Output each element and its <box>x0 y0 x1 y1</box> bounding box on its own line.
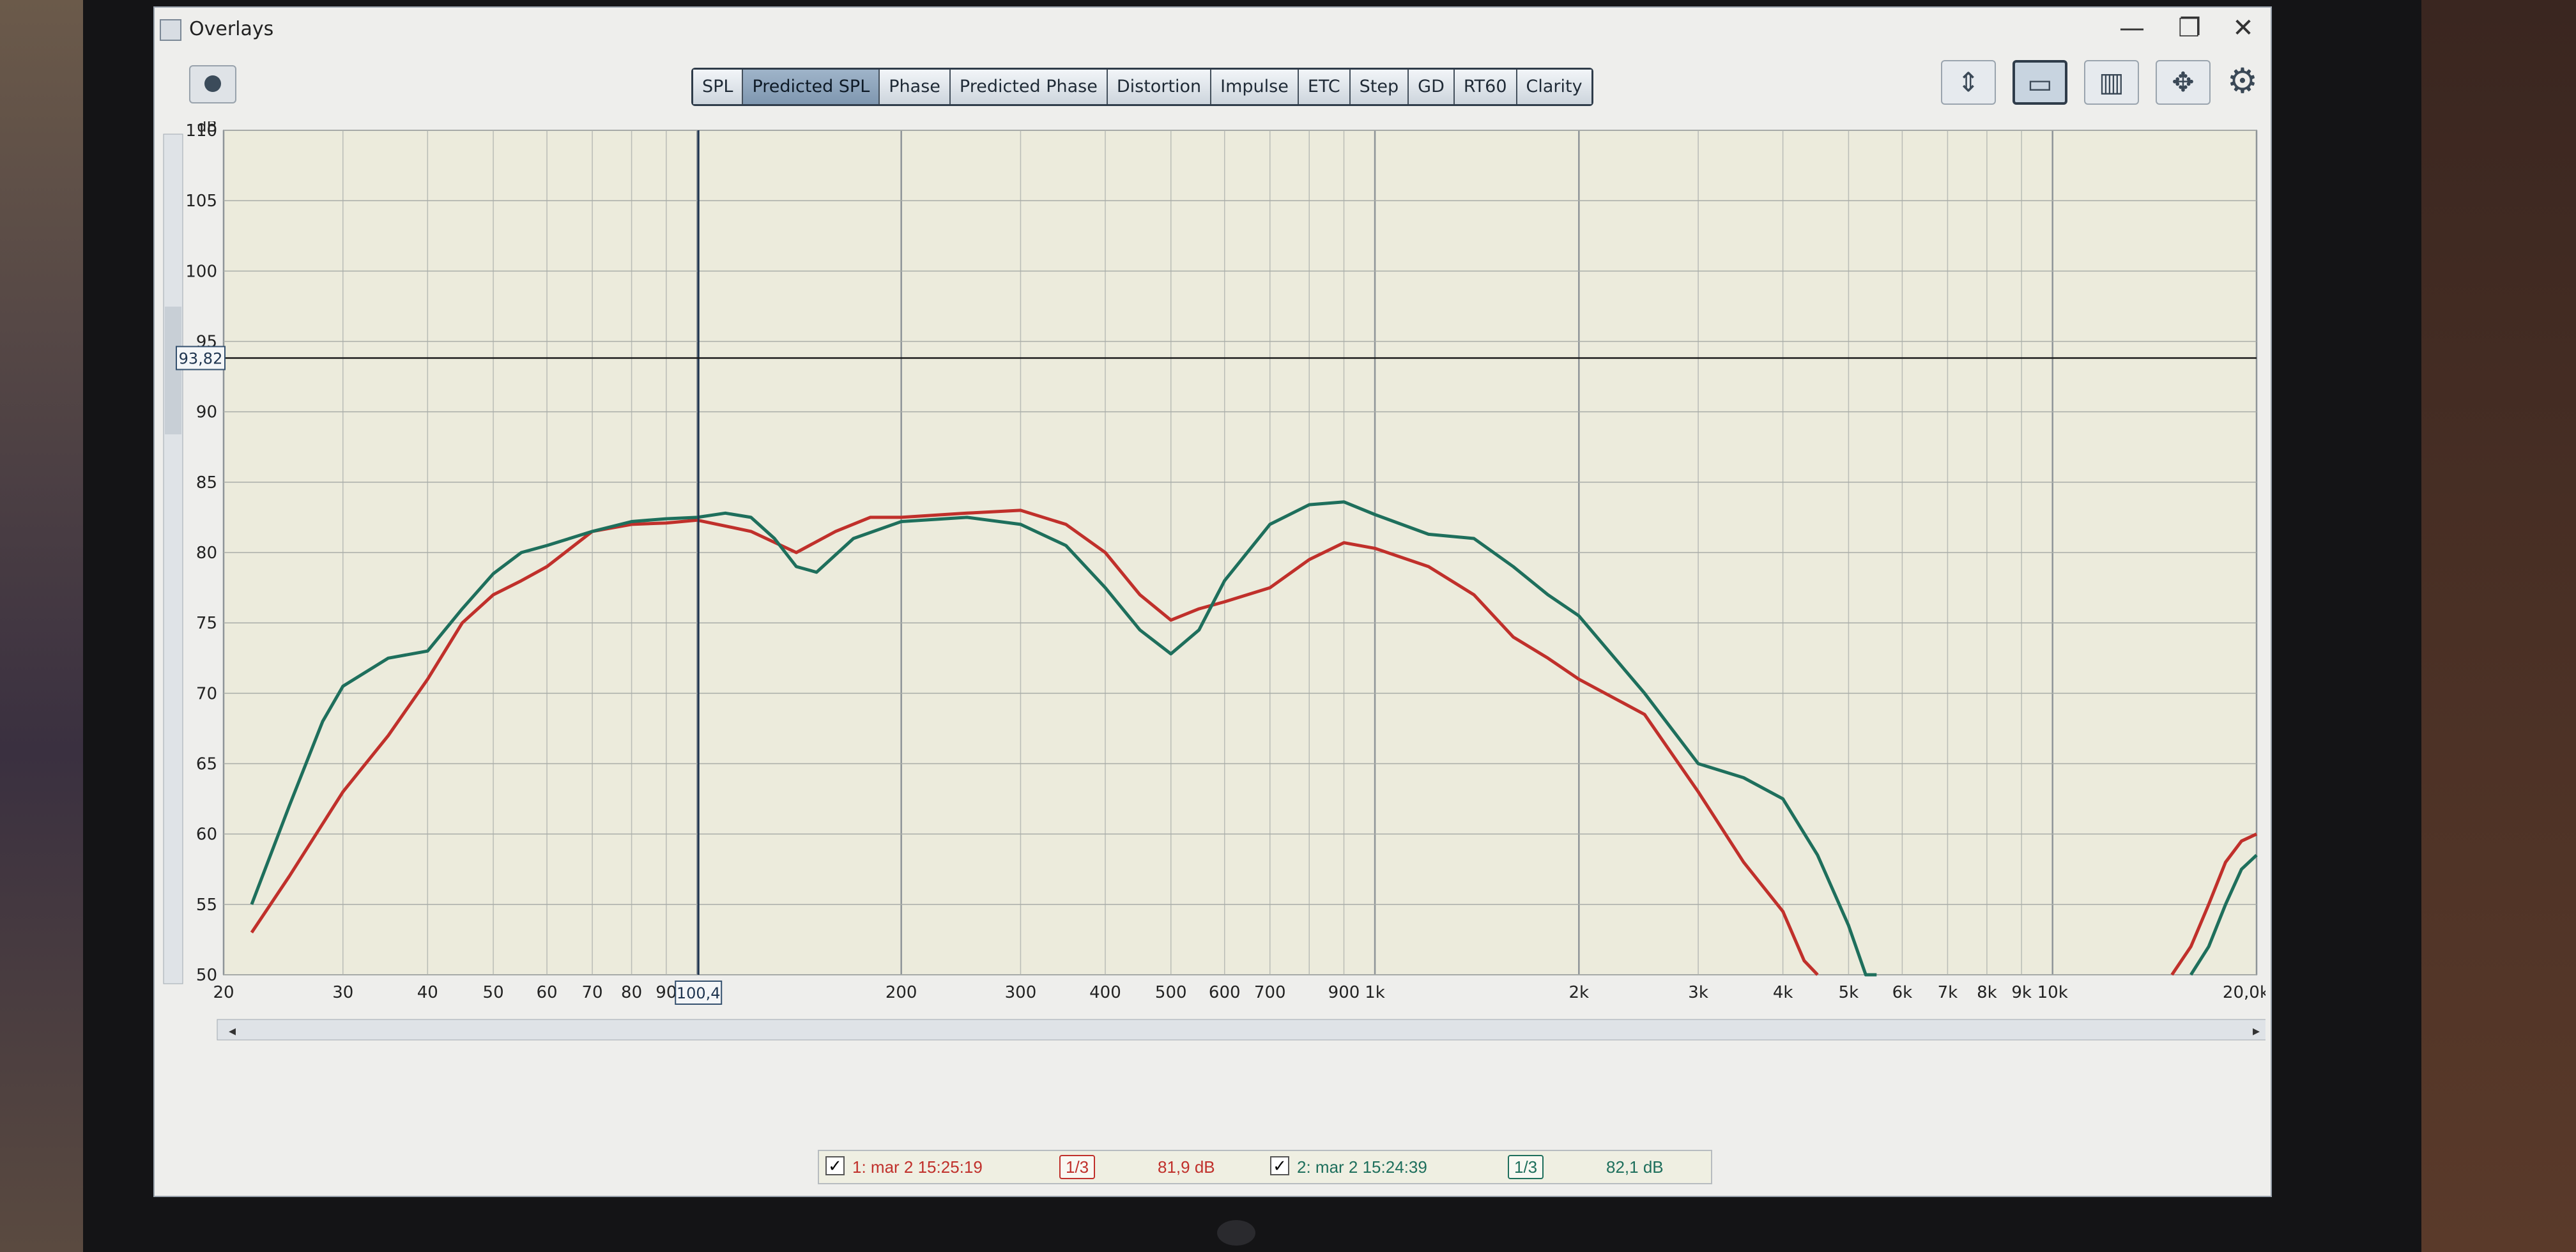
y-tick-label: 50 <box>196 966 217 985</box>
tab-gd[interactable]: GD <box>1409 70 1455 104</box>
x-tick-label: 30 <box>332 983 353 1002</box>
series-2-checkbox[interactable]: ✓ <box>1270 1156 1289 1175</box>
plot-area: 50 55 60 65 70 75 80 85 90 95 100 105 110 dB 20 30 40 50 6… <box>160 118 2290 1124</box>
graph-tabs: SPL Predicted SPL Phase Predicted Phase Dist… <box>691 68 1593 106</box>
overlays-window: Overlays — ❐ ✕ SPL Predicted SPL Phase Pred… <box>153 6 2290 1197</box>
window-title: Overlays <box>189 18 274 40</box>
x-tick-label: 3k <box>1688 983 1708 1002</box>
x-tick-label: 50 <box>483 983 504 1002</box>
y-axis-label: dB <box>197 121 217 135</box>
y-tick-label: 55 <box>196 896 217 915</box>
y-tick-label: 90 <box>196 403 217 422</box>
y-tick-label: 60 <box>196 825 217 844</box>
x-tick-label: 6k <box>1892 983 1913 1002</box>
x-tick-label: 300 <box>1005 983 1037 1002</box>
x-tick-label: 60 <box>537 983 558 1002</box>
x-tick-label: 2k <box>1569 983 1590 1002</box>
x-tick-label: 500 <box>1155 983 1187 1002</box>
desk-background-left <box>0 0 83 1252</box>
x-tick-label: 200 <box>885 983 917 1002</box>
series-2-label: 2: mar 2 15:24:39 <box>1297 1157 1427 1177</box>
gear-icon[interactable]: ⚙ <box>2223 60 2262 105</box>
single-window-icon[interactable]: ▭ <box>2012 60 2067 105</box>
move-arrows-icon[interactable]: ✥ <box>2156 60 2211 105</box>
tab-step[interactable]: Step <box>1350 70 1409 104</box>
x-tick-label: 5k <box>1839 983 1859 1002</box>
series-1-checkbox[interactable]: ✓ <box>825 1156 845 1175</box>
x-tick-label: 70 <box>582 983 603 1002</box>
tab-predicted-phase[interactable]: Predicted Phase <box>950 70 1108 104</box>
spl-chart[interactable]: 50556065707580859095100105110dB20 30 40 50 6… <box>160 118 2290 1124</box>
tab-phase[interactable]: Phase <box>880 70 951 104</box>
x-tick-label: 90 <box>656 983 677 1002</box>
laptop-logo <box>1217 1220 1255 1246</box>
x-tick-label: 400 <box>1089 983 1121 1002</box>
scroll-right-arrow[interactable]: ▸ <box>2253 1023 2260 1039</box>
y-tick-label: 75 <box>196 614 217 633</box>
tab-clarity[interactable]: Clarity <box>1517 70 1591 104</box>
tab-distortion[interactable]: Distortion <box>1107 70 1212 104</box>
tab-predicted-spl[interactable]: Predicted SPL <box>743 70 880 104</box>
cursor-x-readout: 100,4 <box>677 984 721 1002</box>
minimize-button[interactable]: — <box>2103 10 2161 46</box>
toolbar: SPL Predicted SPL Phase Predicted Phase Dist… <box>155 52 2271 116</box>
x-tick-label: 40 <box>417 983 438 1002</box>
vertical-scrollbar[interactable] <box>163 134 183 984</box>
close-button[interactable]: ✕ <box>2214 10 2272 46</box>
camera-icon[interactable] <box>189 65 236 103</box>
vertical-scrollbar-thumb[interactable] <box>165 307 181 434</box>
restore-button[interactable]: ❐ <box>2161 10 2218 46</box>
scroll-left-arrow[interactable]: ◂ <box>229 1023 236 1039</box>
cursor-y-readout: 93,82 <box>179 349 223 367</box>
x-tick-label: 10k <box>2037 983 2068 1002</box>
vertical-expand-icon[interactable]: ⇕ <box>1941 60 1996 105</box>
tab-etc[interactable]: ETC <box>1298 70 1351 104</box>
y-tick-label: 85 <box>196 473 217 492</box>
x-tick-label: 600 <box>1209 983 1241 1002</box>
tab-impulse[interactable]: Impulse <box>1211 70 1299 104</box>
horizontal-scrollbar[interactable] <box>217 1019 2270 1041</box>
x-tick-label: 20 <box>213 983 234 1002</box>
y-tick-label: 80 <box>196 544 217 563</box>
series-2-level: 82,1 dB <box>1606 1157 1664 1177</box>
series-1-label: 1: mar 2 15:25:19 <box>852 1157 983 1177</box>
x-tick-label: 7k <box>1938 983 1958 1002</box>
series-1-smoothing[interactable]: 1/3 <box>1059 1155 1096 1179</box>
desk-background-right <box>2421 0 2576 1252</box>
y-tick-label: 105 <box>185 192 217 211</box>
y-tick-label: 70 <box>196 684 217 703</box>
y-tick-label: 65 <box>196 755 217 774</box>
x-tick-label: 20,0kHz <box>2223 983 2266 1002</box>
series-1-level: 81,9 dB <box>1158 1157 1215 1177</box>
x-tick-label: 1k <box>1365 983 1385 1002</box>
x-tick-label: 80 <box>621 983 642 1002</box>
legend-bar: ✓ 1: mar 2 15:25:19 1/3 81,9 dB ✓ 2: mar… <box>818 1150 1712 1184</box>
x-tick-label: 900 <box>1328 983 1360 1002</box>
x-tick-label: 9k <box>2011 983 2032 1002</box>
series-2-smoothing[interactable]: 1/3 <box>1508 1155 1544 1179</box>
tab-spl[interactable]: SPL <box>693 70 744 104</box>
x-tick-label: 700 <box>1254 983 1286 1002</box>
tab-rt60[interactable]: RT60 <box>1454 70 1517 104</box>
title-bar[interactable]: Overlays — ❐ ✕ <box>155 8 2271 52</box>
y-tick-label: 100 <box>185 262 217 281</box>
tiled-windows-icon[interactable]: ▥ <box>2084 60 2139 105</box>
x-tick-label: 8k <box>1977 983 1997 1002</box>
x-tick-label: 4k <box>1773 983 1793 1002</box>
app-icon <box>160 19 181 41</box>
